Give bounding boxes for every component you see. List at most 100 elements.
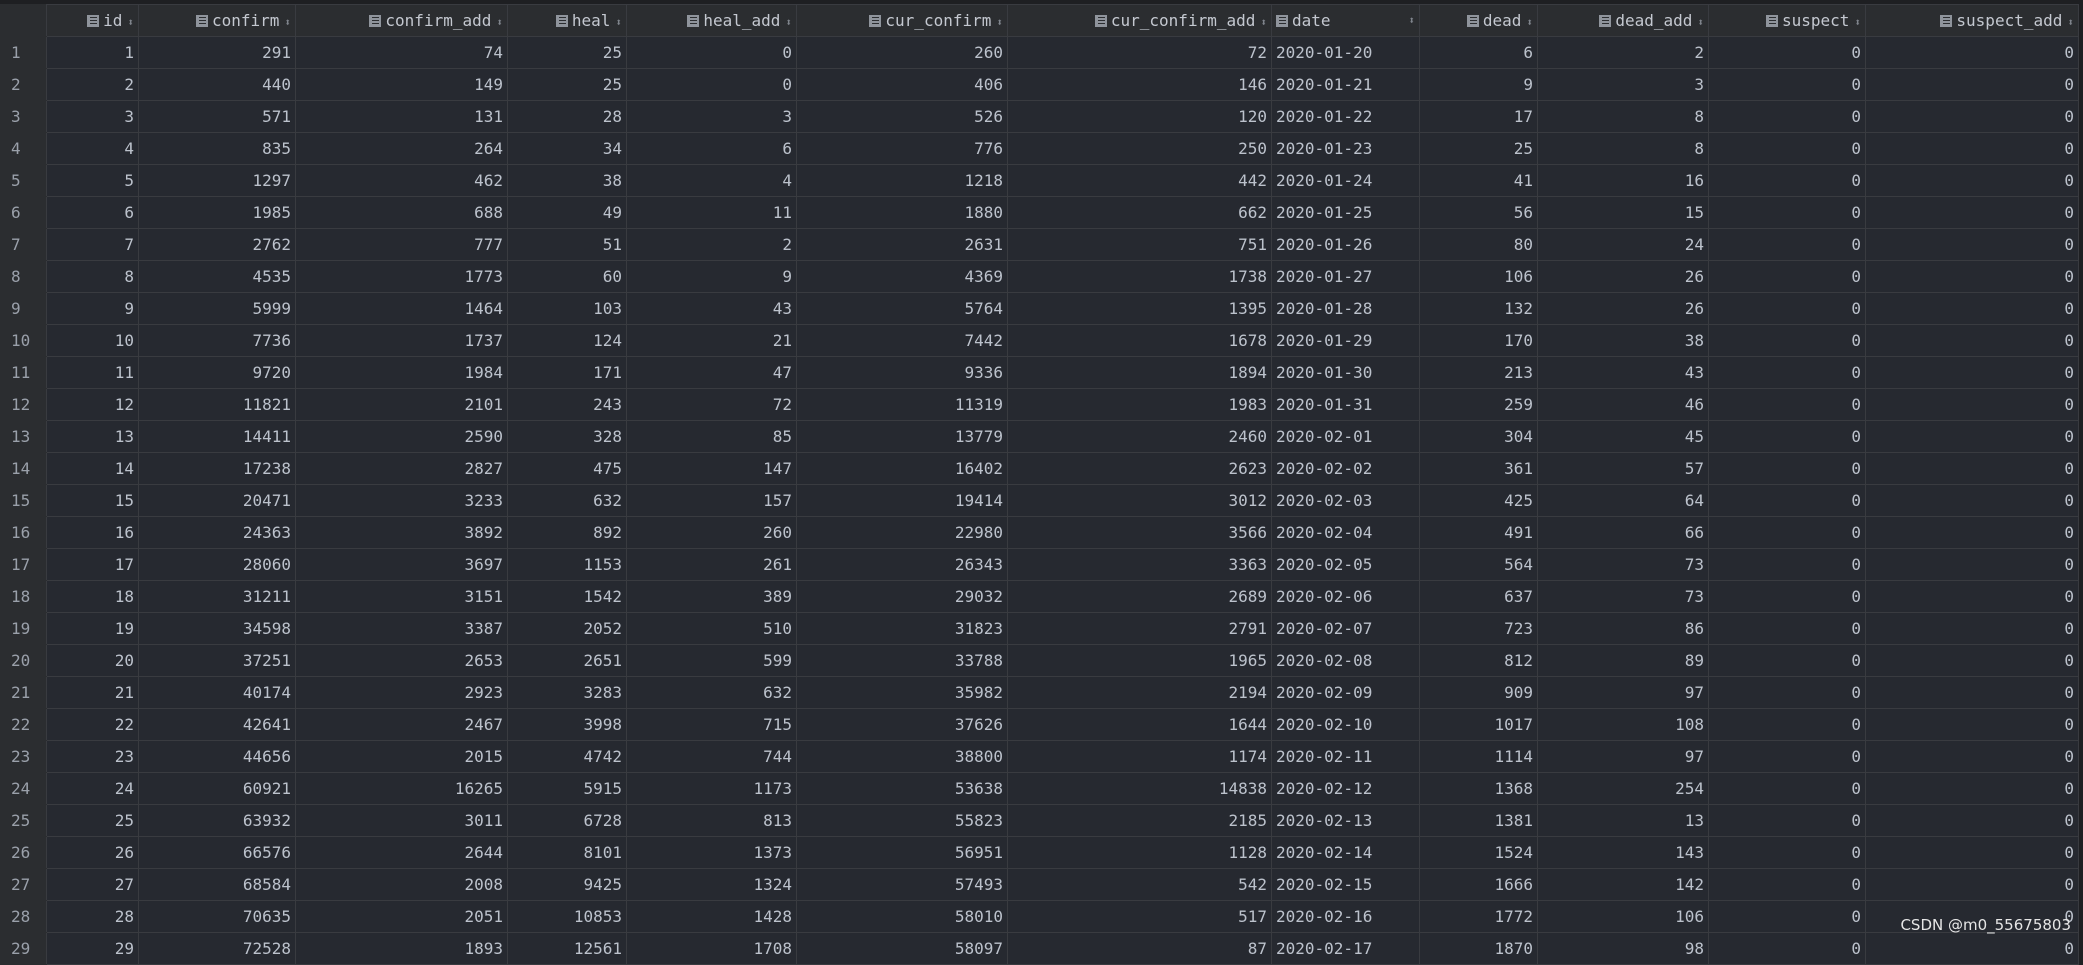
cell-dead-add[interactable]: 254: [1537, 772, 1709, 805]
cell-dead-add[interactable]: 13: [1537, 804, 1709, 837]
cell-heal-add[interactable]: 43: [626, 292, 797, 325]
cell-confirm[interactable]: 24363: [138, 516, 296, 549]
cell-suspect-add[interactable]: 0: [1865, 548, 2079, 581]
row-number[interactable]: 3: [0, 100, 47, 133]
cell-suspect-add[interactable]: 0: [1865, 68, 2079, 101]
column-header-id[interactable]: id ⬍: [46, 4, 139, 37]
cell-dead-add[interactable]: 142: [1537, 868, 1709, 901]
cell-heal[interactable]: 1153: [507, 548, 627, 581]
cell-date[interactable]: 2020-02-05: [1271, 548, 1420, 581]
cell-date[interactable]: 2020-02-16: [1271, 900, 1420, 933]
cell-id[interactable]: 22: [46, 708, 139, 741]
cell-heal-add[interactable]: 744: [626, 740, 797, 773]
cell-cur-confirm[interactable]: 526: [796, 100, 1008, 133]
table-row[interactable]: 4 4 835 264 34 6 776 250 2020-01-23 25 8 0 0: [0, 132, 2079, 165]
cell-date[interactable]: 2020-02-06: [1271, 580, 1420, 613]
cell-heal-add[interactable]: 1428: [626, 900, 797, 933]
cell-heal[interactable]: 25: [507, 68, 627, 101]
column-header-confirm-add[interactable]: confirm_add ⬍: [295, 4, 508, 37]
cell-date[interactable]: 2020-02-17: [1271, 932, 1420, 965]
cell-cur-confirm[interactable]: 22980: [796, 516, 1008, 549]
cell-cur-confirm-add[interactable]: 72: [1007, 36, 1272, 69]
cell-cur-confirm-add[interactable]: 1738: [1007, 260, 1272, 293]
row-number[interactable]: 2: [0, 68, 47, 101]
cell-heal-add[interactable]: 47: [626, 356, 797, 389]
cell-suspect[interactable]: 0: [1708, 676, 1866, 709]
cell-suspect[interactable]: 0: [1708, 132, 1866, 165]
cell-heal-add[interactable]: 599: [626, 644, 797, 677]
cell-heal-add[interactable]: 72: [626, 388, 797, 421]
cell-confirm[interactable]: 1985: [138, 196, 296, 229]
cell-id[interactable]: 5: [46, 164, 139, 197]
cell-heal[interactable]: 475: [507, 452, 627, 485]
cell-confirm[interactable]: 31211: [138, 580, 296, 613]
cell-heal[interactable]: 892: [507, 516, 627, 549]
cell-date[interactable]: 2020-01-22: [1271, 100, 1420, 133]
table-row[interactable]: 2 2 440 149 25 0 406 146 2020-01-21 9 3 0 0: [0, 68, 2079, 101]
cell-cur-confirm-add[interactable]: 14838: [1007, 772, 1272, 805]
cell-dead[interactable]: 909: [1419, 676, 1538, 709]
cell-cur-confirm[interactable]: 37626: [796, 708, 1008, 741]
cell-heal[interactable]: 1542: [507, 580, 627, 613]
cell-confirm-add[interactable]: 2051: [295, 900, 508, 933]
table-row[interactable]: 14 14 17238 2827 475 147 16402 2623 2020-02-02 36…: [0, 452, 2079, 485]
cell-date[interactable]: 2020-02-15: [1271, 868, 1420, 901]
cell-id[interactable]: 28: [46, 900, 139, 933]
cell-dead-add[interactable]: 8: [1537, 132, 1709, 165]
cell-cur-confirm-add[interactable]: 1678: [1007, 324, 1272, 357]
cell-heal-add[interactable]: 21: [626, 324, 797, 357]
row-number[interactable]: 7: [0, 228, 47, 261]
cell-heal[interactable]: 60: [507, 260, 627, 293]
column-header-heal[interactable]: heal ⬍: [507, 4, 627, 37]
cell-heal[interactable]: 12561: [507, 932, 627, 965]
cell-confirm[interactable]: 20471: [138, 484, 296, 517]
table-row[interactable]: 1 1 291 74 25 0 260 72 2020-01-20 6 2 0 0: [0, 36, 2079, 69]
row-number[interactable]: 21: [0, 676, 47, 709]
cell-confirm-add[interactable]: 3892: [295, 516, 508, 549]
cell-suspect-add[interactable]: 0: [1865, 932, 2079, 965]
table-row[interactable]: 28 28 70635 2051 10853 1428 58010 517 2020-02-16…: [0, 900, 2079, 933]
cell-cur-confirm-add[interactable]: 2194: [1007, 676, 1272, 709]
column-header-cur-confirm-add[interactable]: cur_confirm_add ⬍: [1007, 4, 1272, 37]
cell-heal-add[interactable]: 1708: [626, 932, 797, 965]
cell-cur-confirm-add[interactable]: 2460: [1007, 420, 1272, 453]
cell-dead[interactable]: 304: [1419, 420, 1538, 453]
cell-confirm[interactable]: 9720: [138, 356, 296, 389]
cell-confirm-add[interactable]: 2008: [295, 868, 508, 901]
column-header-suspect-add[interactable]: suspect_add ⬍: [1865, 4, 2079, 37]
cell-date[interactable]: 2020-01-29: [1271, 324, 1420, 357]
cell-date[interactable]: 2020-02-09: [1271, 676, 1420, 709]
cell-dead-add[interactable]: 143: [1537, 836, 1709, 869]
cell-confirm[interactable]: 42641: [138, 708, 296, 741]
cell-confirm[interactable]: 571: [138, 100, 296, 133]
cell-confirm-add[interactable]: 3151: [295, 580, 508, 613]
cell-heal[interactable]: 34: [507, 132, 627, 165]
cell-id[interactable]: 1: [46, 36, 139, 69]
cell-heal-add[interactable]: 2: [626, 228, 797, 261]
cell-heal-add[interactable]: 715: [626, 708, 797, 741]
cell-heal-add[interactable]: 11: [626, 196, 797, 229]
cell-confirm-add[interactable]: 2923: [295, 676, 508, 709]
cell-cur-confirm[interactable]: 33788: [796, 644, 1008, 677]
cell-suspect-add[interactable]: 0: [1865, 804, 2079, 837]
cell-heal-add[interactable]: 85: [626, 420, 797, 453]
cell-dead-add[interactable]: 26: [1537, 260, 1709, 293]
cell-suspect[interactable]: 0: [1708, 324, 1866, 357]
cell-heal[interactable]: 6728: [507, 804, 627, 837]
table-row[interactable]: 24 24 60921 16265 5915 1173 53638 14838 2020-02-…: [0, 772, 2079, 805]
cell-heal[interactable]: 9425: [507, 868, 627, 901]
cell-cur-confirm-add[interactable]: 3012: [1007, 484, 1272, 517]
cell-id[interactable]: 9: [46, 292, 139, 325]
cell-suspect-add[interactable]: 0: [1865, 452, 2079, 485]
table-row[interactable]: 19 19 34598 3387 2052 510 31823 2791 2020-02-07 7…: [0, 612, 2079, 645]
cell-confirm-add[interactable]: 131: [295, 100, 508, 133]
cell-id[interactable]: 21: [46, 676, 139, 709]
row-number[interactable]: 13: [0, 420, 47, 453]
cell-heal[interactable]: 103: [507, 292, 627, 325]
cell-cur-confirm[interactable]: 7442: [796, 324, 1008, 357]
cell-heal[interactable]: 49: [507, 196, 627, 229]
cell-cur-confirm-add[interactable]: 3566: [1007, 516, 1272, 549]
cell-dead[interactable]: 259: [1419, 388, 1538, 421]
cell-heal[interactable]: 3998: [507, 708, 627, 741]
cell-heal-add[interactable]: 510: [626, 612, 797, 645]
